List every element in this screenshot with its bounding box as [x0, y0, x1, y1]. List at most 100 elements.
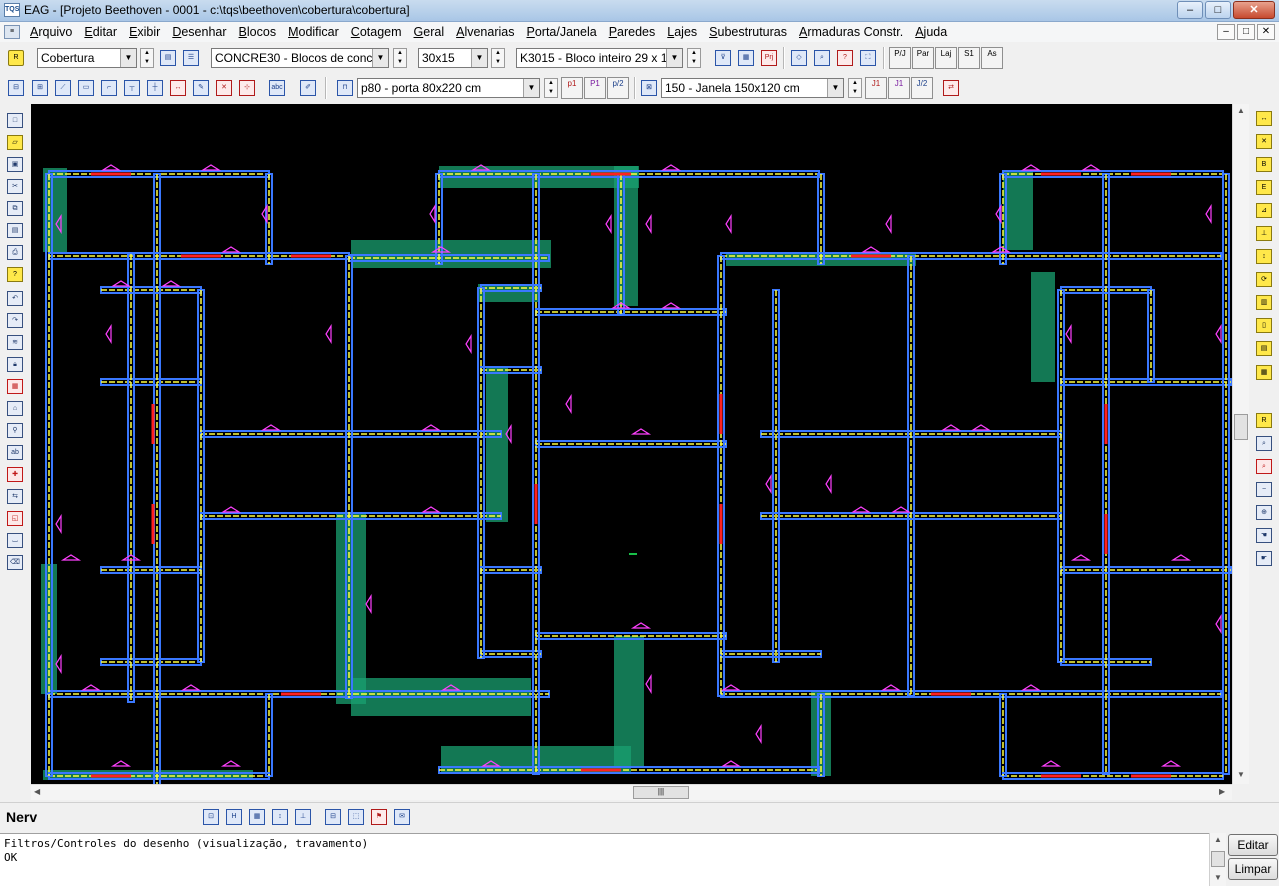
vertical-scroll-thumb[interactable]: [1234, 414, 1248, 440]
hand-icon[interactable]: ☚: [1253, 525, 1275, 545]
menu-blocos[interactable]: Blocos: [233, 24, 283, 40]
paste-icon[interactable]: ▤: [4, 220, 26, 240]
snap-endpoint-icon[interactable]: ⊡: [200, 806, 222, 828]
block-family-select[interactable]: CONCRE30 - Blocos de concreto ▼: [211, 48, 389, 68]
command-output[interactable]: Filtros/Controles do desenho (visualizaç…: [0, 833, 1209, 886]
menu-ajuda[interactable]: Ajuda: [909, 24, 953, 40]
command-scrollbar[interactable]: ▲ ▼: [1209, 833, 1226, 886]
zoom-icon[interactable]: ⌕: [811, 47, 833, 69]
document-menu-icon[interactable]: ≡: [4, 25, 20, 39]
lift-icon[interactable]: ↕: [1253, 246, 1275, 266]
scroll-right-icon[interactable]: ▶: [1219, 787, 1225, 796]
zoom-pan-icon[interactable]: ⊕: [1253, 502, 1275, 522]
erase-icon[interactable]: ◇: [788, 47, 810, 69]
wall-delete-icon[interactable]: ✕: [213, 77, 235, 99]
window-replace-icon[interactable]: ⇄: [940, 77, 962, 99]
zoom-icon[interactable]: ⌕: [1253, 433, 1275, 453]
menu-lajes[interactable]: Lajes: [661, 24, 703, 40]
zoom-query-icon[interactable]: ?: [834, 47, 856, 69]
message-icon[interactable]: ✉: [391, 806, 413, 828]
window-spinner[interactable]: ▲ ▼: [848, 78, 862, 98]
parallel-icon[interactable]: ⌴: [4, 530, 26, 550]
edit-button[interactable]: Editar: [1228, 834, 1278, 856]
print-icon[interactable]: ⎙: [4, 242, 26, 262]
stairs-icon[interactable]: ⊿: [1253, 200, 1275, 220]
menu-alvenarias[interactable]: Alvenarias: [450, 24, 520, 40]
door-icon[interactable]: ⊓: [334, 77, 356, 99]
vertical-scrollbar[interactable]: ▲ ▼: [1232, 104, 1249, 784]
layers-icon[interactable]: ≋: [4, 332, 26, 352]
eraser-icon[interactable]: ⌫: [4, 552, 26, 572]
text-replace-icon[interactable]: ab: [4, 442, 26, 462]
copy-floor-icon[interactable]: ▤: [157, 47, 179, 69]
mdi-close-button[interactable]: ✕: [1257, 24, 1275, 40]
wall-tee-icon[interactable]: ┬: [121, 77, 143, 99]
module-select[interactable]: 30x15 ▼: [418, 48, 488, 68]
scroll-down-icon[interactable]: ▼: [1237, 770, 1245, 779]
copy-icon[interactable]: ⧉: [4, 198, 26, 218]
window-select[interactable]: 150 - Janela 150x120 cm ▼: [661, 78, 844, 98]
flag-icon[interactable]: ⚑: [368, 806, 390, 828]
toggle-paredes[interactable]: Par: [912, 47, 934, 69]
menu-geral[interactable]: Geral: [408, 24, 451, 40]
undo-icon[interactable]: ↶: [4, 288, 26, 308]
new-icon[interactable]: □: [4, 110, 26, 130]
window-j1-button[interactable]: J1: [865, 77, 887, 99]
menu-exibir[interactable]: Exibir: [123, 24, 166, 40]
cross-icon[interactable]: ✚: [4, 464, 26, 484]
open-icon[interactable]: ▱: [4, 132, 26, 152]
mdi-restore-button[interactable]: □: [1237, 24, 1255, 40]
table-icon[interactable]: ▤: [1253, 338, 1275, 358]
menu-editar[interactable]: Editar: [78, 24, 123, 40]
mdi-minimize-button[interactable]: –: [1217, 24, 1235, 40]
filter-icon[interactable]: ⊽: [712, 47, 734, 69]
wall-line-icon[interactable]: ⟋: [52, 77, 74, 99]
zoom-out-icon[interactable]: −: [1253, 479, 1275, 499]
snap-grid-icon[interactable]: ▦: [246, 806, 268, 828]
window-frame-icon[interactable]: ⊠: [638, 77, 660, 99]
snap-select-icon[interactable]: ⬚: [345, 806, 367, 828]
block-icon[interactable]: ⌂: [4, 398, 26, 418]
elevator-icon[interactable]: ▯: [1253, 315, 1275, 335]
menu-arquivo[interactable]: Arquivo: [24, 24, 78, 40]
wall-edit-icon[interactable]: ✎: [190, 77, 212, 99]
block-family-spinner[interactable]: ▲ ▼: [393, 48, 407, 68]
window-icon[interactable]: ◱: [4, 508, 26, 528]
door-P1-button[interactable]: P1: [584, 77, 606, 99]
cut-icon[interactable]: ✂: [4, 176, 26, 196]
wall-corner-icon[interactable]: ⌐: [98, 77, 120, 99]
menu-subestruturas[interactable]: Subestruturas: [703, 24, 793, 40]
clear-button[interactable]: Limpar: [1228, 858, 1278, 880]
maximize-button[interactable]: □: [1205, 1, 1231, 19]
pavimento-spinner[interactable]: ▲ ▼: [140, 48, 154, 68]
column-icon[interactable]: ▥: [1253, 292, 1275, 312]
horizontal-scrollbar[interactable]: ◀ ||| ▶: [31, 784, 1232, 800]
block-list-icon[interactable]: ▦: [735, 47, 757, 69]
zoom-window-icon[interactable]: ⌕: [1253, 456, 1275, 476]
door-half-button[interactable]: p/2: [607, 77, 629, 99]
r-icon[interactable]: R: [5, 47, 27, 69]
menu-cotagem[interactable]: Cotagem: [345, 24, 408, 40]
arrows-icon[interactable]: ⇆: [4, 486, 26, 506]
horizontal-scroll-thumb[interactable]: |||: [633, 786, 689, 799]
help-icon[interactable]: ?: [4, 264, 26, 284]
find-icon[interactable]: ⚲: [4, 420, 26, 440]
hand-move-icon[interactable]: ☛: [1253, 548, 1275, 568]
window-half-button[interactable]: J/2: [911, 77, 933, 99]
snap-ortho-icon[interactable]: ⊥: [292, 806, 314, 828]
menu-porta-janela[interactable]: Porta/Janela: [520, 24, 602, 40]
text-abc-icon[interactable]: abc: [266, 77, 288, 99]
toggle-porta-janela[interactable]: P/J: [889, 47, 911, 69]
e-icon[interactable]: E: [1253, 177, 1275, 197]
dimension-icon[interactable]: ↔: [1253, 108, 1275, 128]
menu-armaduras[interactable]: Armaduras Constr.: [793, 24, 909, 40]
pavimento-select[interactable]: Cobertura ▼: [37, 48, 137, 68]
floor-list-icon[interactable]: ☰: [180, 47, 202, 69]
wall-insert-icon[interactable]: ⊟: [5, 77, 27, 99]
colors-icon[interactable]: ▦: [4, 376, 26, 396]
block-spinner[interactable]: ▲ ▼: [687, 48, 701, 68]
wall-block-icon[interactable]: ▭: [75, 77, 97, 99]
door-spinner[interactable]: ▲ ▼: [544, 78, 558, 98]
wall-split-icon[interactable]: ⊹: [236, 77, 258, 99]
menu-modificar[interactable]: Modificar: [282, 24, 345, 40]
